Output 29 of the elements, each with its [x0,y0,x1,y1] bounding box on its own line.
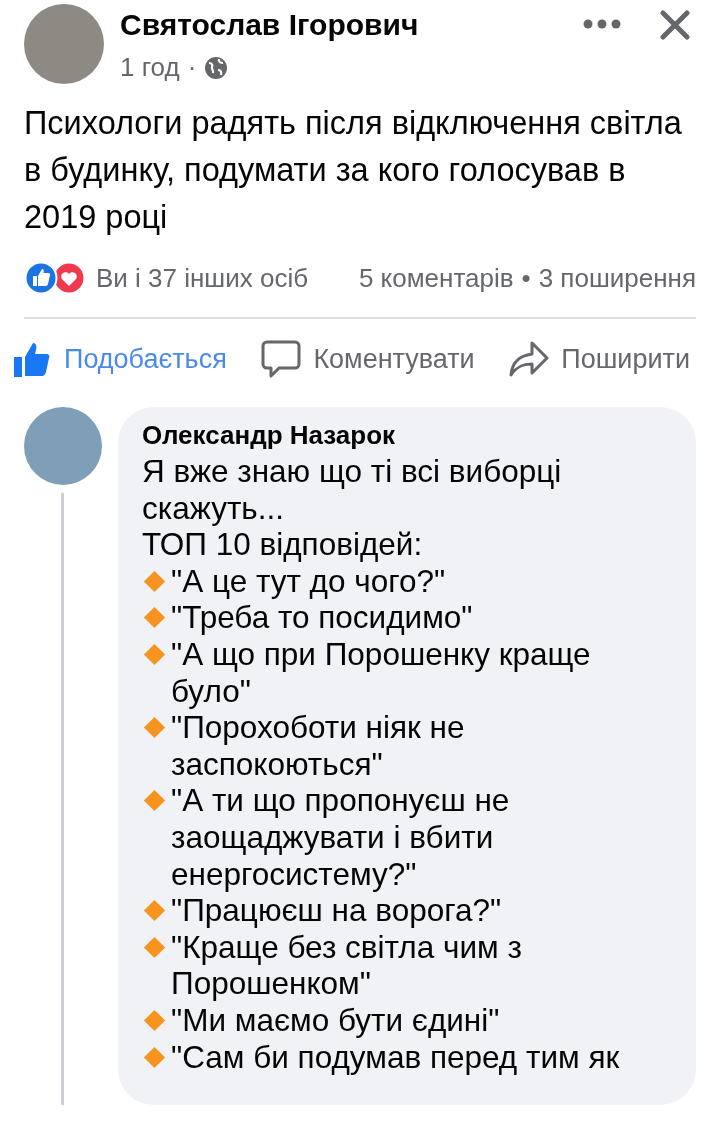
author-name[interactable]: Святослав Ігорович [120,8,582,42]
comment-text: "Треба то посидимо" [171,599,473,636]
speech-bubble-icon [261,339,302,379]
globe-icon [204,55,229,80]
comment-text: "Порохоботи ніяк не заспокоються" [171,709,466,783]
separator-dot: · [187,52,197,83]
comment-text: ТОП 10 відповідей: [142,526,424,563]
like-and-love-reactions-icon[interactable] [24,261,86,295]
share-arrow-icon [509,339,550,379]
comment-author[interactable]: Олександр Назарок [142,419,676,451]
comments-count[interactable]: 5 коментарів [358,262,514,294]
comment-text: "Працюєш на ворога?" [171,892,502,929]
comment-text: "Сам би подумав перед тим як [171,1038,620,1076]
close-icon[interactable] [660,10,690,40]
reactions-summary[interactable]: Ви і 37 інших осіб [96,262,309,294]
post-text: Психологи радять після відключення світла в будинку, подумати за кого голосував в 2019 році [24,104,683,237]
comment-text: "А ти що пропонуєш не заощаджувати і вбити енергосистему?" [171,782,511,893]
comment-text: "А це тут до чого?" [171,562,446,600]
more-options-icon[interactable] [582,18,622,30]
post-time: 1 год [120,52,180,83]
comment-text: Я вже знаю що ті всі виборці скажуть... [142,453,563,527]
like-button[interactable]: Подобається [12,333,227,385]
comment-text: "Ми маємо бути єдині" [171,1001,500,1039]
shares-count[interactable]: 3 поширення [538,262,696,294]
comment-text: "Краще без світла чим з Порошенком" [171,928,523,1002]
share-button[interactable]: Поширити [509,333,690,385]
comment-button[interactable]: Коментувати [261,333,475,385]
comment-text: "А що при Порошенку краще було" [171,635,592,710]
separator-dot: • [521,262,531,294]
